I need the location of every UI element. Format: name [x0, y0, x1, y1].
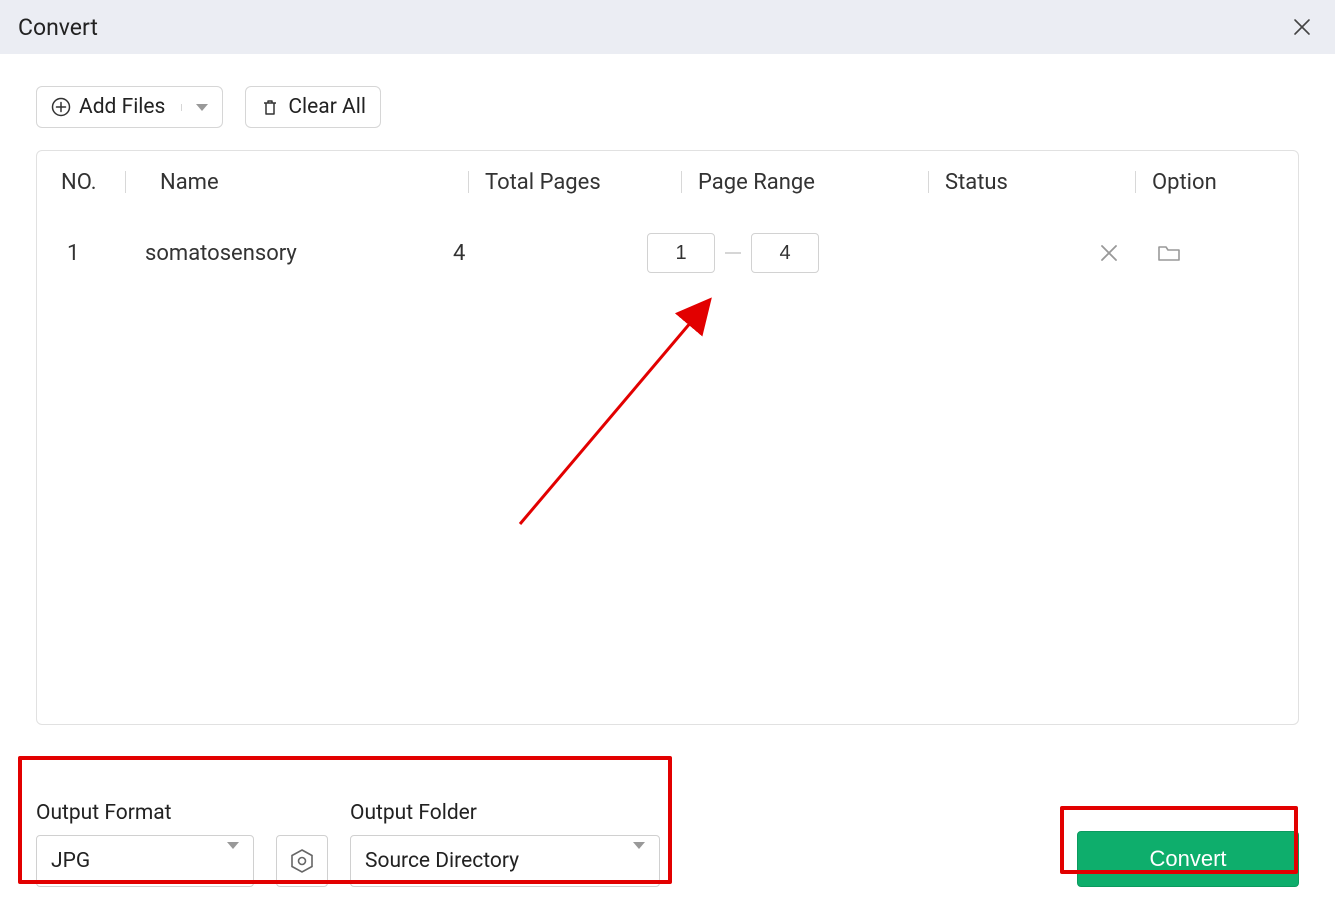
col-header-option: Option [1152, 170, 1274, 195]
cell-no: 1 [61, 241, 125, 266]
remove-row-icon[interactable] [1099, 243, 1119, 263]
output-format-select[interactable]: JPG [36, 835, 254, 887]
page-range-to-input[interactable] [751, 233, 819, 273]
table-body: 1 somatosensory 4 [37, 213, 1298, 293]
content-area: Add Files Clear All NO. Name Total Pages… [0, 54, 1335, 725]
hex-settings-icon [288, 847, 316, 875]
output-folder-label: Output Folder [350, 801, 660, 825]
output-folder-value: Source Directory [365, 849, 519, 873]
close-icon[interactable] [1293, 18, 1311, 36]
clear-all-button[interactable]: Clear All [245, 86, 381, 128]
toolbar: Add Files Clear All [36, 86, 1299, 128]
chevron-down-icon [227, 849, 239, 873]
col-header-range: Page Range [698, 170, 928, 195]
format-settings-button[interactable] [276, 835, 328, 887]
col-header-status: Status [945, 170, 1135, 195]
cell-range [647, 233, 877, 273]
col-header-total: Total Pages [485, 170, 681, 195]
output-format-value: JPG [51, 849, 90, 873]
output-format-label: Output Format [36, 801, 254, 825]
col-header-name: Name [142, 170, 468, 195]
plus-circle-icon [51, 97, 71, 117]
convert-button[interactable]: Convert [1077, 831, 1299, 887]
table-header: NO. Name Total Pages Page Range Status O… [37, 151, 1298, 213]
cell-name: somatosensory [125, 241, 451, 266]
range-dash-icon [725, 252, 741, 254]
cell-total: 4 [451, 241, 647, 266]
output-settings-group: Output Format JPG Output Folder Source D… [36, 801, 660, 887]
open-folder-icon[interactable] [1157, 243, 1181, 263]
footer: Output Format JPG Output Folder Source D… [0, 801, 1335, 887]
output-folder-group: Output Folder Source Directory [350, 801, 660, 887]
file-table: NO. Name Total Pages Page Range Status O… [36, 150, 1299, 725]
add-files-button[interactable]: Add Files [36, 86, 223, 128]
trash-icon [260, 97, 280, 117]
col-header-no: NO. [61, 170, 125, 195]
page-range-from-input[interactable] [647, 233, 715, 273]
add-files-label: Add Files [79, 95, 165, 119]
titlebar: Convert [0, 0, 1335, 54]
cell-option [1067, 243, 1274, 263]
table-row: 1 somatosensory 4 [37, 213, 1298, 293]
window-title: Convert [18, 14, 98, 41]
clear-all-label: Clear All [288, 95, 366, 119]
add-files-dropdown-icon[interactable] [181, 104, 208, 111]
output-format-group: Output Format JPG [36, 801, 254, 887]
output-folder-select[interactable]: Source Directory [350, 835, 660, 887]
chevron-down-icon [633, 849, 645, 873]
